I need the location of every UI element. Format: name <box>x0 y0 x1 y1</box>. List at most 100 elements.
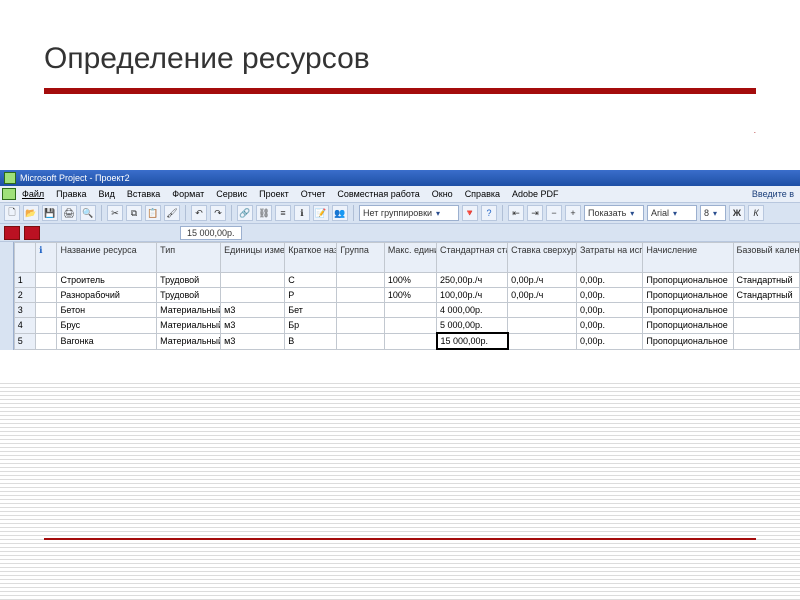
cell-type[interactable]: Материальный <box>157 318 221 334</box>
cell-cost[interactable]: 0,00р. <box>576 288 642 303</box>
cell-cost[interactable]: 0,00р. <box>576 318 642 334</box>
cell-accr[interactable]: Пропорциональное <box>643 303 733 318</box>
link-button[interactable]: 🔗 <box>237 205 253 221</box>
cell-cal[interactable] <box>733 333 800 349</box>
col-indicators[interactable]: ℹ <box>36 243 57 273</box>
cell-unit[interactable] <box>221 273 285 288</box>
cell-info[interactable] <box>36 288 57 303</box>
pdf-export-button[interactable] <box>4 226 20 240</box>
cell-type[interactable]: Трудовой <box>157 273 221 288</box>
col-short[interactable]: Краткое название <box>285 243 337 273</box>
num-row[interactable]: 2 <box>14 288 35 303</box>
table-row[interactable]: 3БетонМатериальныйм3Бет4 000,00р.0,00р.П… <box>14 303 799 318</box>
cell-group[interactable] <box>337 318 384 334</box>
undo-button[interactable]: ↶ <box>191 205 207 221</box>
menu-window[interactable]: Окно <box>426 189 459 199</box>
col-max[interactable]: Макс. единиц <box>384 243 436 273</box>
unlink-button[interactable]: ⛓ <box>256 205 272 221</box>
col-overtime[interactable]: Ставка сверхурочных <box>508 243 577 273</box>
table-row[interactable]: 4БрусМатериальныйм3Бр5 000,00р.0,00р.Про… <box>14 318 799 334</box>
cell-over[interactable] <box>508 318 577 334</box>
num-row[interactable]: 4 <box>14 318 35 334</box>
col-rate[interactable]: Стандартная ставка <box>437 243 508 273</box>
cell-info[interactable] <box>36 303 57 318</box>
cell-cost[interactable]: 0,00р. <box>576 333 642 349</box>
fontsize-dropdown[interactable]: 8 ▾ <box>700 205 726 221</box>
indent-button[interactable]: ⇥ <box>527 205 543 221</box>
cut-button[interactable]: ✂ <box>107 205 123 221</box>
menu-report[interactable]: Отчет <box>295 189 332 199</box>
col-accrual[interactable]: Начисление <box>643 243 733 273</box>
cell-accr[interactable]: Пропорциональное <box>643 318 733 334</box>
menu-edit[interactable]: Правка <box>50 189 92 199</box>
cell-cost[interactable]: 0,00р. <box>576 273 642 288</box>
cell-rate[interactable]: 250,00р./ч <box>437 273 508 288</box>
notes-button[interactable]: 📝 <box>313 205 329 221</box>
italic-button[interactable]: К <box>748 205 764 221</box>
cell-rate[interactable]: 4 000,00р. <box>437 303 508 318</box>
assign-button[interactable]: 👥 <box>332 205 348 221</box>
cell-unit[interactable]: м3 <box>221 303 285 318</box>
menu-tools[interactable]: Сервис <box>210 189 253 199</box>
cell-unit[interactable]: м3 <box>221 333 285 349</box>
preview-button[interactable]: 🔍 <box>80 205 96 221</box>
table-row[interactable]: 2РазнорабочийТрудовойР100%100,00р./ч0,00… <box>14 288 799 303</box>
show-dropdown[interactable]: Показать ▾ <box>584 205 644 221</box>
cell-max[interactable]: 100% <box>384 273 436 288</box>
cell-max[interactable] <box>384 333 436 349</box>
expand-button[interactable]: + <box>565 205 581 221</box>
cell-cal[interactable] <box>733 303 800 318</box>
cell-rate[interactable]: 15 000,00р. <box>437 333 508 349</box>
cell-name[interactable]: Вагонка <box>57 333 157 349</box>
col-unit[interactable]: Единицы измерения материалов <box>221 243 285 273</box>
cell-max[interactable] <box>384 318 436 334</box>
menu-help[interactable]: Справка <box>459 189 506 199</box>
cell-type[interactable]: Материальный <box>157 303 221 318</box>
cell-cal[interactable]: Стандартный <box>733 273 800 288</box>
cell-over[interactable]: 0,00р./ч <box>508 288 577 303</box>
format-painter-button[interactable]: 🖌 <box>164 205 180 221</box>
cell-over[interactable] <box>508 333 577 349</box>
num-row[interactable]: 3 <box>14 303 35 318</box>
col-name[interactable]: Название ресурса <box>57 243 157 273</box>
bold-button[interactable]: Ж <box>729 205 745 221</box>
redo-button[interactable]: ↷ <box>210 205 226 221</box>
filter-button[interactable]: 🔻 <box>462 205 478 221</box>
resource-table[interactable]: ℹ Название ресурса Тип Единицы измерения… <box>14 242 800 350</box>
cell-group[interactable] <box>337 273 384 288</box>
cell-max[interactable] <box>384 303 436 318</box>
cell-name[interactable]: Строитель <box>57 273 157 288</box>
cell-name[interactable]: Разнорабочий <box>57 288 157 303</box>
cell-cal[interactable] <box>733 318 800 334</box>
cell-short[interactable]: С <box>285 273 337 288</box>
cell-info[interactable] <box>36 318 57 334</box>
menu-file[interactable]: Файл <box>16 189 50 199</box>
split-button[interactable]: ≡ <box>275 205 291 221</box>
cell-over[interactable] <box>508 303 577 318</box>
info-button[interactable]: ℹ <box>294 205 310 221</box>
cell-info[interactable] <box>36 333 57 349</box>
pdf-convert-button[interactable] <box>24 226 40 240</box>
cell-over[interactable]: 0,00р./ч <box>508 273 577 288</box>
collapse-button[interactable]: − <box>546 205 562 221</box>
num-row[interactable]: 1 <box>14 273 35 288</box>
cell-rate[interactable]: 5 000,00р. <box>437 318 508 334</box>
cell-unit[interactable] <box>221 288 285 303</box>
cell-group[interactable] <box>337 288 384 303</box>
help-hint[interactable]: Введите в <box>746 189 800 199</box>
cell-name[interactable]: Бетон <box>57 303 157 318</box>
cell-short[interactable]: Бет <box>285 303 337 318</box>
menu-view[interactable]: Вид <box>93 189 121 199</box>
entry-bar[interactable]: 15 000,00р. <box>180 226 242 240</box>
cell-short[interactable]: Бр <box>285 318 337 334</box>
cell-info[interactable] <box>36 273 57 288</box>
col-cost[interactable]: Затраты на использ. <box>576 243 642 273</box>
grouping-dropdown[interactable]: Нет группировки ▾ <box>359 205 459 221</box>
col-calendar[interactable]: Базовый календарь <box>733 243 800 273</box>
copy-button[interactable]: ⧉ <box>126 205 142 221</box>
table-row[interactable]: 5ВагонкаМатериальныйм3В15 000,00р.0,00р.… <box>14 333 799 349</box>
cell-group[interactable] <box>337 303 384 318</box>
menu-collab[interactable]: Совместная работа <box>331 189 425 199</box>
open-button[interactable]: 📂 <box>23 205 39 221</box>
cell-unit[interactable]: м3 <box>221 318 285 334</box>
